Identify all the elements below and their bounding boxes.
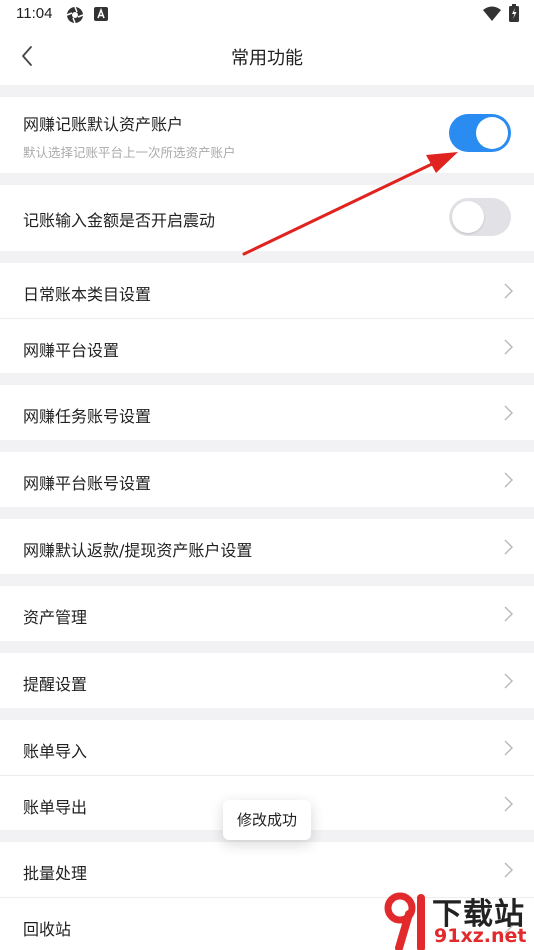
settings-group-vibration: 记账输入金额是否开启震动 [0, 185, 534, 251]
vibration-toggle[interactable] [449, 198, 511, 236]
menu-item-bill-import[interactable]: 账单导入 [0, 720, 534, 775]
chevron-right-icon [504, 472, 514, 488]
vibration-label: 记账输入金额是否开启震动 [23, 211, 216, 230]
menu-item-refund-withdraw[interactable]: 网赚默认返款/提现资产账户设置 [0, 519, 534, 574]
settings-group-refund-withdraw: 网赚默认返款/提现资产账户设置 [0, 519, 534, 574]
chevron-right-icon [504, 405, 514, 421]
settings-group-task-accounts: 网赚任务账号设置 [0, 385, 534, 440]
menu-item-label: 日常账本类目设置 [23, 285, 152, 304]
menu-item-label: 网赚默认返款/提现资产账户设置 [23, 541, 253, 560]
page-title: 常用功能 [231, 48, 303, 69]
wifi-icon [483, 6, 501, 21]
a-box-icon [94, 7, 108, 21]
default-account-toggle[interactable] [449, 114, 511, 152]
settings-group-assets: 资产管理 [0, 586, 534, 641]
menu-item-label: 提醒设置 [23, 675, 88, 694]
menu-item-label: 回收站 [23, 920, 72, 939]
toggle-knob [452, 201, 484, 233]
menu-item-reminders[interactable]: 提醒设置 [0, 653, 534, 708]
menu-item-task-accounts[interactable]: 网赚任务账号设置 [0, 385, 534, 440]
settings-group-categories: 日常账本类目设置 网赚平台设置 [0, 263, 534, 373]
menu-item-daily-category[interactable]: 日常账本类目设置 [0, 263, 534, 318]
status-bar: 11:04 [0, 0, 534, 28]
settings-group-platform-accounts: 网赚平台账号设置 [0, 452, 534, 507]
menu-item-asset-management[interactable]: 资产管理 [0, 586, 534, 641]
menu-item-label: 网赚平台设置 [23, 341, 120, 360]
menu-item-label: 网赚平台账号设置 [23, 474, 152, 493]
default-account-row: 网赚记账默认资产账户 默认选择记账平台上一次所选资产账户 [0, 97, 534, 173]
chevron-right-icon [504, 283, 514, 299]
menu-item-platform-settings[interactable]: 网赚平台设置 [0, 318, 534, 373]
top-nav-bar: 常用功能 [0, 28, 534, 85]
menu-item-platform-accounts[interactable]: 网赚平台账号设置 [0, 452, 534, 507]
settings-group-default-account: 网赚记账默认资产账户 默认选择记账平台上一次所选资产账户 [0, 97, 534, 173]
default-account-label: 网赚记账默认资产账户 [23, 115, 184, 134]
success-toast: 修改成功 [223, 800, 312, 840]
settings-group-reminders: 提醒设置 [0, 653, 534, 708]
watermark-site: 91xz.net [434, 925, 527, 947]
chevron-right-icon [504, 673, 514, 689]
chevron-right-icon [504, 539, 514, 555]
menu-item-label: 网赚任务账号设置 [23, 407, 152, 426]
menu-item-label: 批量处理 [23, 864, 88, 883]
chevron-right-icon [504, 606, 514, 622]
chevron-right-icon [504, 740, 514, 756]
status-time: 11:04 [16, 5, 53, 22]
battery-charging-icon [509, 4, 519, 22]
chevron-right-icon [504, 339, 514, 355]
default-account-description: 默认选择记账平台上一次所选资产账户 [23, 145, 236, 160]
chevron-right-icon [504, 796, 514, 812]
toggle-knob [476, 117, 508, 149]
aperture-icon [66, 6, 84, 24]
chevron-right-icon [504, 862, 514, 878]
vibration-row: 记账输入金额是否开启震动 [0, 185, 534, 251]
menu-item-label: 账单导入 [23, 742, 88, 761]
menu-item-label: 账单导出 [23, 798, 88, 817]
menu-item-label: 资产管理 [23, 608, 88, 627]
